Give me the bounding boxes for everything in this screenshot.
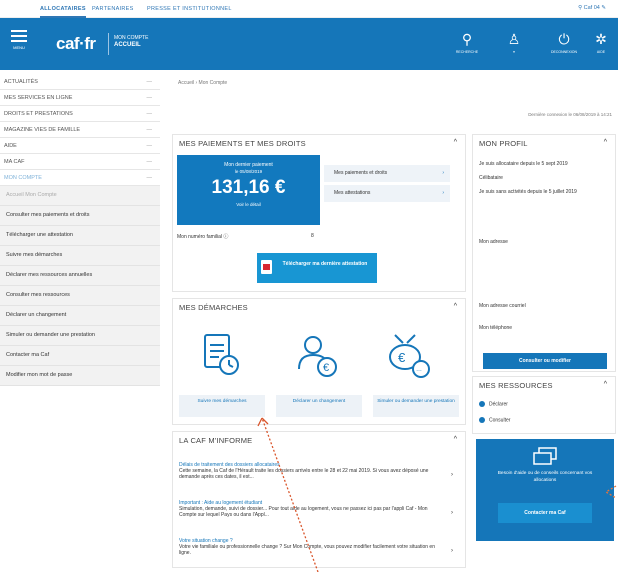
annotation-arrows [257,417,617,572]
